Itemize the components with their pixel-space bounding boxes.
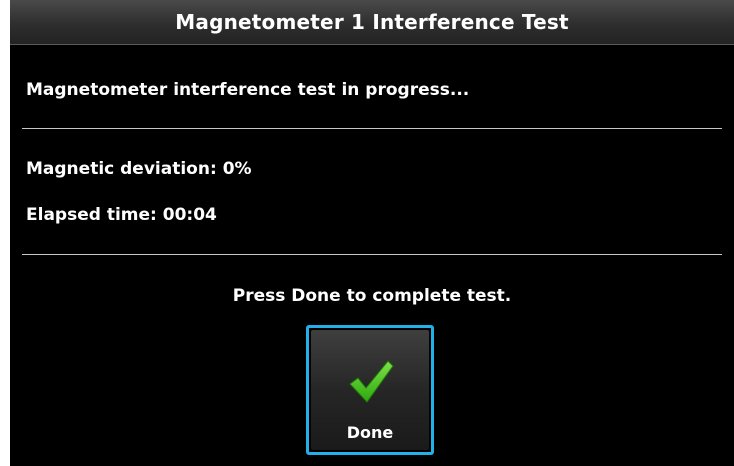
magnetic-deviation-row: Magnetic deviation: 0% — [26, 157, 252, 181]
interference-test-screen: Magnetometer 1 Interference Test Magneto… — [10, 0, 734, 466]
magnetic-deviation-label: Magnetic deviation: — [26, 159, 217, 179]
status-message: Magnetometer interference test in progre… — [26, 80, 470, 100]
page-title: Magnetometer 1 Interference Test — [175, 10, 569, 34]
divider-bottom — [22, 254, 722, 255]
elapsed-time-row: Elapsed time: 00:04 — [26, 203, 217, 227]
done-button-label: Done — [346, 423, 394, 442]
instruction-text: Press Done to complete test. — [232, 286, 512, 306]
done-button[interactable]: Done — [306, 325, 434, 455]
title-bar: Magnetometer 1 Interference Test — [10, 0, 734, 45]
magnetic-deviation-value: 0% — [222, 159, 252, 179]
done-button-face[interactable]: Done — [311, 330, 429, 450]
checkmark-icon — [349, 360, 394, 403]
elapsed-time-value: 00:04 — [162, 205, 217, 225]
divider-top — [22, 128, 722, 129]
elapsed-time-label: Elapsed time: — [26, 205, 157, 225]
